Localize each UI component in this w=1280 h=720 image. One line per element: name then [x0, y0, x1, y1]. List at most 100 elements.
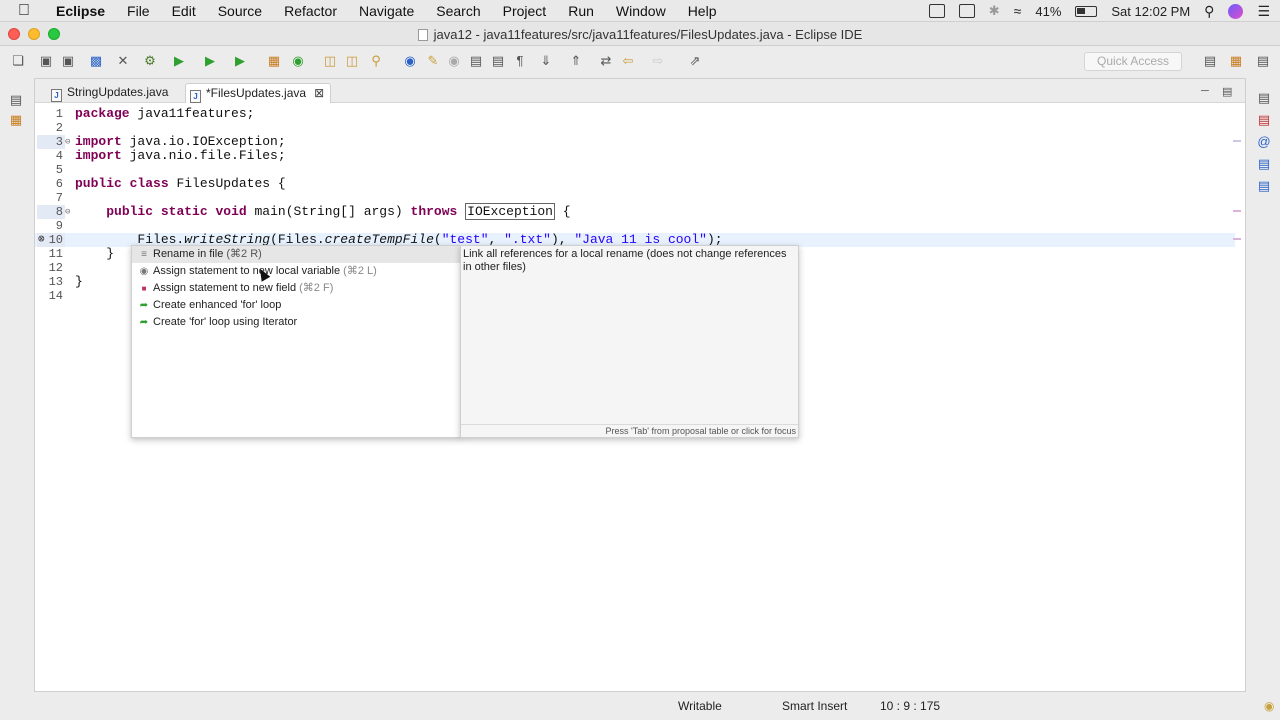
tip-icon[interactable]: ◉ — [1264, 699, 1274, 713]
word-wrap-icon[interactable]: ▤ — [490, 53, 506, 69]
line-number: 11 — [48, 247, 63, 261]
wifi-icon[interactable]: ≈ — [1014, 3, 1022, 19]
close-tab-icon[interactable]: ⊠ — [314, 84, 324, 102]
java-file-icon: J — [51, 89, 62, 102]
menu-help[interactable]: Help — [688, 3, 717, 19]
window-titlebar: java12 - java11features/src/java11featur… — [0, 22, 1280, 46]
line-number: 3 — [55, 135, 63, 149]
maximize-editor-icon[interactable]: ▤ — [1222, 85, 1232, 98]
line-number: 2 — [55, 121, 63, 135]
java-ee-perspective-icon[interactable]: ▦ — [1228, 53, 1244, 69]
airplay-icon[interactable] — [958, 4, 975, 18]
overview-marker[interactable] — [1233, 210, 1241, 212]
outline-view-icon[interactable]: ▤ — [1256, 112, 1272, 128]
restore-view-icon[interactable]: ▤ — [8, 92, 24, 108]
siri-icon[interactable] — [1228, 3, 1244, 19]
menu-file[interactable]: File — [127, 3, 150, 19]
javadoc-view-icon[interactable]: @ — [1256, 134, 1272, 150]
show-whitespace-icon[interactable]: ¶ — [512, 53, 528, 69]
battery-percent[interactable]: 41% — [1035, 4, 1061, 19]
screen-recording-icon[interactable] — [928, 4, 945, 18]
new-java-class-icon[interactable]: ◉ — [290, 53, 306, 69]
save-all-icon[interactable]: ▣ — [60, 53, 76, 69]
code-text: package java11features; — [75, 106, 255, 121]
proposal-enhanced-for-loop[interactable]: ➦ Create enhanced 'for' loop — [132, 297, 460, 314]
proposal-focus-hint: Press 'Tab' from proposal table or click… — [461, 424, 798, 437]
quick-fix-proposals: ≡ Rename in file (⌘2 R) ◉ Assign stateme… — [131, 245, 461, 438]
debug-icon[interactable]: ⚙ — [142, 53, 158, 69]
open-perspective-icon[interactable]: ▤ — [1202, 53, 1218, 69]
java-file-icon: J — [190, 90, 201, 103]
pin-editor-icon[interactable]: ⇗ — [687, 53, 703, 69]
overview-marker[interactable] — [1233, 140, 1241, 142]
menu-refactor[interactable]: Refactor — [284, 3, 337, 19]
code-text: } — [75, 246, 115, 261]
ioexception-highlight: IOException — [465, 203, 555, 220]
java-perspective-icon[interactable]: ▤ — [1255, 53, 1271, 69]
line-number: 8 — [55, 205, 63, 219]
package-explorer-icon[interactable]: ▦ — [8, 112, 24, 128]
battery-icon[interactable] — [1075, 5, 1098, 17]
code-text: public static void main(String[] args) t… — [106, 203, 571, 220]
clock[interactable]: Sat 12:02 PM — [1111, 4, 1190, 19]
save-icon[interactable]: ▣ — [38, 53, 54, 69]
tab-string-updates[interactable]: J StringUpdates.java — [43, 83, 187, 103]
code-line: 8 ⊖ public static void main(String[] arg… — [35, 203, 1235, 220]
proposal-assign-local-variable[interactable]: ◉ Assign statement to new local variable… — [132, 263, 460, 280]
block-selection-icon[interactable]: ▤ — [468, 53, 484, 69]
fold-toggle-icon[interactable]: ⊖ — [65, 205, 70, 219]
menu-project[interactable]: Project — [503, 3, 547, 19]
proposal-assign-field[interactable]: ■ Assign statement to new field (⌘2 F) — [132, 280, 460, 297]
overview-marker[interactable] — [1233, 238, 1241, 240]
line-number: 7 — [55, 191, 63, 205]
open-task-icon[interactable]: ◫ — [344, 53, 360, 69]
menu-navigate[interactable]: Navigate — [359, 3, 414, 19]
code-line: 2 — [35, 121, 1235, 135]
apple-icon[interactable]:  — [18, 2, 36, 20]
tab-files-updates[interactable]: J *FilesUpdates.java ⊠ — [185, 83, 331, 103]
menu-search[interactable]: Search — [436, 3, 480, 19]
highlight-icon[interactable]: ✎ — [425, 53, 441, 69]
search-toolbar-icon[interactable]: ⚲ — [368, 53, 384, 69]
quick-access-input[interactable]: Quick Access — [1084, 52, 1182, 71]
line-number: 4 — [55, 149, 63, 163]
minimize-editor-icon[interactable]: ─ — [1201, 85, 1209, 97]
spotlight-search-icon[interactable]: ⚲ — [1204, 3, 1214, 20]
menu-window[interactable]: Window — [616, 3, 666, 19]
next-annotation-icon[interactable]: ⇓ — [538, 53, 554, 69]
status-cursor-position[interactable]: 10 : 9 : 175 — [880, 699, 940, 713]
new-java-package-icon[interactable]: ▦ — [266, 53, 282, 69]
template-icon: ➦ — [139, 317, 149, 328]
mac-menubar:  Eclipse File Edit Source Refactor Navi… — [0, 0, 1280, 22]
breadcrumb-icon[interactable]: ◉ — [446, 53, 462, 69]
status-insert-mode[interactable]: Smart Insert — [782, 699, 847, 713]
run-icon[interactable]: ▶ — [171, 53, 187, 69]
menu-run[interactable]: Run — [568, 3, 594, 19]
bluetooth-icon[interactable]: ✱ — [989, 3, 1000, 19]
skip-breakpoints-icon[interactable]: ✕ — [115, 53, 131, 69]
code-text: } — [75, 274, 83, 289]
previous-annotation-icon[interactable]: ⇑ — [568, 53, 584, 69]
notification-center-icon[interactable]: ☰ — [1257, 3, 1270, 20]
proposal-info-panel[interactable]: Link all references for a local rename (… — [460, 245, 799, 438]
back-icon[interactable]: ⇦ — [620, 53, 636, 69]
fold-toggle-icon[interactable]: ⊖ — [65, 135, 70, 149]
menu-app-eclipse[interactable]: Eclipse — [56, 3, 105, 19]
menu-edit[interactable]: Edit — [172, 3, 196, 19]
new-icon[interactable]: ❏ — [10, 53, 26, 69]
terminal-icon[interactable]: ▩ — [88, 53, 104, 69]
toggle-mark-occurrences-icon[interactable]: ◉ — [402, 53, 418, 69]
code-line: 1 package java11features; — [35, 106, 1235, 122]
declaration-view-icon[interactable]: ▤ — [1256, 156, 1272, 172]
console-view-icon[interactable]: ▤ — [1256, 178, 1272, 194]
last-edit-icon[interactable]: ⇄ — [598, 53, 614, 69]
menu-source[interactable]: Source — [218, 3, 262, 19]
proposal-for-loop-iterator[interactable]: ➦ Create 'for' loop using Iterator — [132, 314, 460, 331]
external-tools-icon[interactable]: ▶ — [232, 53, 248, 69]
forward-icon[interactable]: ⇨ — [650, 53, 666, 69]
restore-right-view-icon[interactable]: ▤ — [1256, 90, 1272, 106]
coverage-icon[interactable]: ▶ — [202, 53, 218, 69]
line-number: 13 — [48, 275, 63, 289]
proposal-rename-in-file[interactable]: ≡ Rename in file (⌘2 R) — [132, 246, 460, 263]
open-type-icon[interactable]: ◫ — [322, 53, 338, 69]
